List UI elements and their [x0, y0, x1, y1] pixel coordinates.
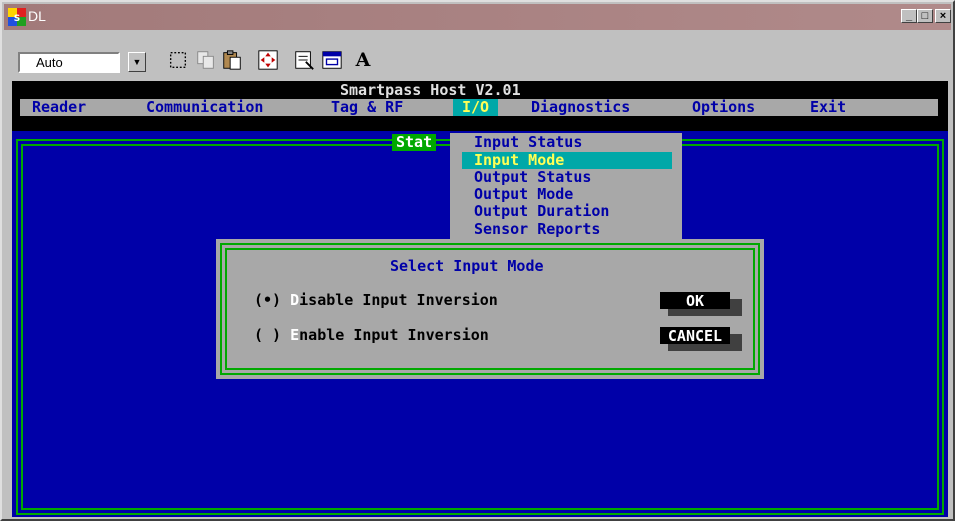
menu-tag-rf[interactable]: Tag & RF [331, 99, 403, 116]
radio-label-enable: nable Input Inversion [299, 326, 489, 344]
menu-communication[interactable]: Communication [146, 99, 263, 116]
chevron-down-icon[interactable]: ▼ [128, 52, 146, 72]
properties-icon[interactable] [292, 48, 316, 72]
copy-icon[interactable] [194, 48, 218, 72]
menu-options[interactable]: Options [692, 99, 755, 116]
radio-marker-disable: (•) [254, 291, 282, 309]
toolbar: Auto ▼ A [4, 30, 951, 74]
app-icon: S [8, 8, 26, 26]
io-menu-output-mode[interactable]: Output Mode [474, 186, 573, 203]
menu-reader[interactable]: Reader [32, 99, 86, 116]
radio-enable-inversion[interactable]: ( ) Enable Input Inversion [254, 327, 489, 344]
menu-diagnostics[interactable]: Diagnostics [531, 99, 630, 116]
minimize-button[interactable]: _ [901, 9, 917, 23]
io-menu-input-mode[interactable]: Input Mode [462, 152, 672, 169]
hotkey-d: D [290, 291, 300, 309]
radio-marker-enable: ( ) [254, 326, 282, 344]
font-icon[interactable]: A [350, 48, 376, 72]
maximize-button[interactable]: □ [917, 9, 933, 23]
fullscreen-icon[interactable] [256, 48, 280, 72]
io-menu-input-status[interactable]: Input Status [474, 134, 582, 151]
io-menu-sensor-reports[interactable]: Sensor Reports [474, 221, 600, 238]
background-icon[interactable] [320, 48, 344, 72]
dialog-title: Select Input Mode [390, 257, 544, 275]
menu-exit[interactable]: Exit [810, 99, 846, 116]
window-title: DL [28, 8, 46, 24]
io-menu-output-status[interactable]: Output Status [474, 169, 591, 186]
radio-disable-inversion[interactable]: (•) Disable Input Inversion [254, 292, 498, 309]
header-title: Smartpass Host V2.01 [340, 81, 521, 99]
cancel-button[interactable]: CANCEL [660, 327, 730, 345]
font-icon-label: A [355, 49, 371, 71]
menu-io[interactable]: I/O [453, 99, 499, 116]
close-button[interactable]: × [935, 9, 951, 23]
font-size-value: Auto [36, 55, 63, 70]
terminal-screen[interactable]: Smartpass Host V2.01 Reader Communicatio… [12, 81, 948, 517]
status-tag: Stat [392, 134, 437, 151]
paste-icon[interactable] [220, 48, 244, 72]
title-bar[interactable]: S DL _ □ × [4, 4, 951, 30]
io-menu-output-duration[interactable]: Output Duration [474, 203, 609, 220]
hotkey-e: E [290, 326, 300, 344]
font-size-select[interactable]: Auto [18, 52, 120, 73]
svg-text:S: S [14, 14, 20, 24]
radio-label-disable: isable Input Inversion [299, 291, 498, 309]
select-icon[interactable] [166, 48, 190, 72]
ok-button[interactable]: OK [660, 292, 730, 310]
app-window: S DL _ □ × Auto ▼ A Smartpass Host V2.01… [0, 0, 955, 521]
